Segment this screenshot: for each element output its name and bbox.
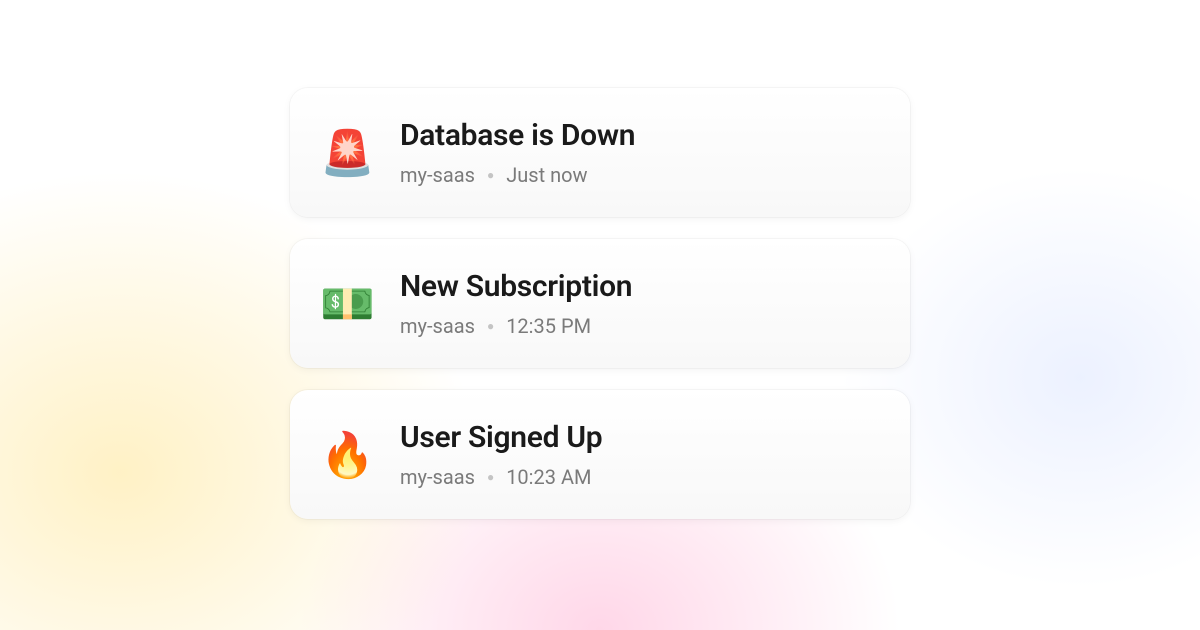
money-icon: 💵 (320, 282, 372, 326)
project-name: my-saas (400, 465, 475, 489)
project-name: my-saas (400, 163, 475, 187)
alert-icon: 🚨 (320, 131, 372, 175)
separator-dot: ● (487, 470, 494, 484)
notification-meta: my-saas ● Just now (400, 163, 876, 187)
notification-content: Database is Down my-saas ● Just now (400, 118, 876, 187)
notification-content: User Signed Up my-saas ● 10:23 AM (400, 420, 876, 489)
notification-meta: my-saas ● 12:35 PM (400, 314, 876, 338)
fire-icon: 🔥 (320, 433, 372, 477)
notification-title: New Subscription (400, 269, 876, 304)
notification-title: Database is Down (400, 118, 876, 153)
separator-dot: ● (487, 168, 494, 182)
notification-meta: my-saas ● 10:23 AM (400, 465, 876, 489)
separator-dot: ● (487, 319, 494, 333)
notification-card[interactable]: 💵 New Subscription my-saas ● 12:35 PM (290, 239, 910, 368)
project-name: my-saas (400, 314, 475, 338)
notification-card[interactable]: 🚨 Database is Down my-saas ● Just now (290, 88, 910, 217)
timestamp: 12:35 PM (506, 314, 591, 338)
notification-content: New Subscription my-saas ● 12:35 PM (400, 269, 876, 338)
timestamp: 10:23 AM (506, 465, 591, 489)
timestamp: Just now (506, 163, 587, 187)
notification-title: User Signed Up (400, 420, 876, 455)
notification-card[interactable]: 🔥 User Signed Up my-saas ● 10:23 AM (290, 390, 910, 519)
